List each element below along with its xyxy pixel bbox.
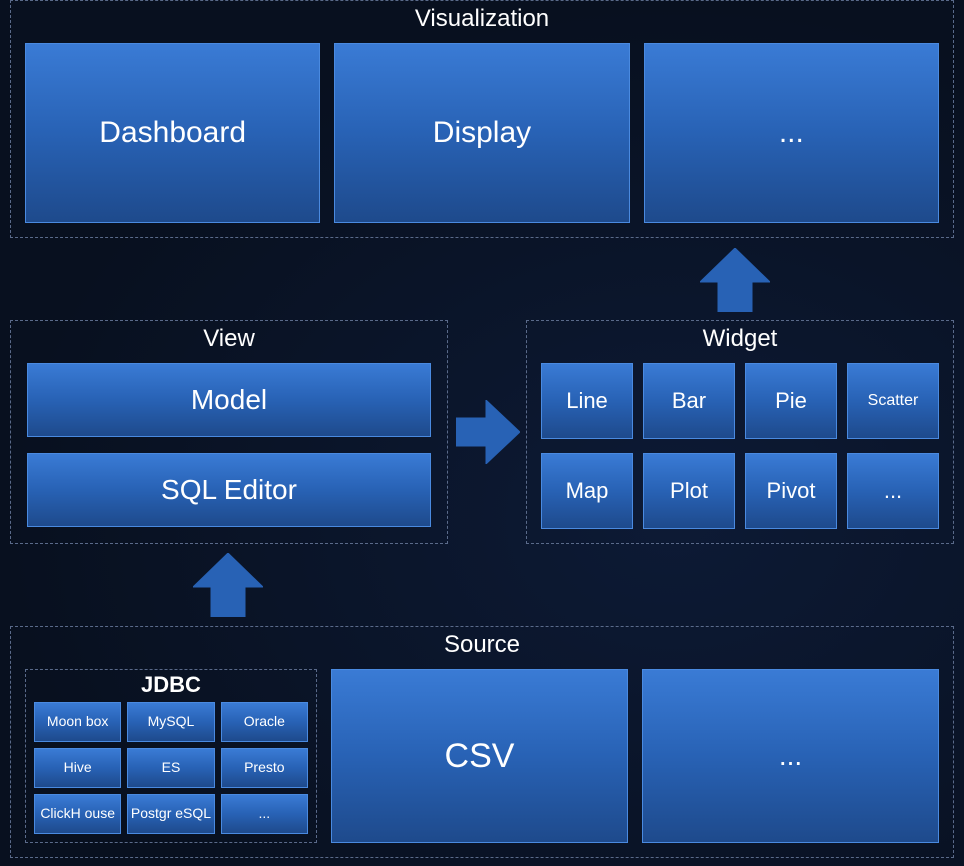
source-jdbc-subsection: JDBC Moon box MySQL Oracle Hive ES Prest… <box>25 669 317 843</box>
view-sql-editor-box: SQL Editor <box>27 453 431 527</box>
visualization-title: Visualization <box>415 5 549 33</box>
source-title: Source <box>444 631 520 659</box>
jdbc-es-box: ES <box>127 748 214 788</box>
jdbc-more-box: ... <box>221 794 308 834</box>
widget-pivot-box: Pivot <box>745 453 837 529</box>
widget-pie-box: Pie <box>745 363 837 439</box>
visualization-dashboard-box: Dashboard <box>25 43 320 223</box>
jdbc-row-1: Hive ES Presto <box>34 748 308 788</box>
visualization-display-box: Display <box>334 43 629 223</box>
source-section: Source JDBC Moon box MySQL Oracle Hive E… <box>10 626 954 858</box>
arrow-source-to-view-icon <box>193 553 263 617</box>
visualization-section: Visualization Dashboard Display ... <box>10 0 954 238</box>
jdbc-mysql-box: MySQL <box>127 702 214 742</box>
jdbc-presto-box: Presto <box>221 748 308 788</box>
widget-map-box: Map <box>541 453 633 529</box>
arrow-widget-to-visualization-icon <box>700 248 770 312</box>
jdbc-title: JDBC <box>141 672 201 698</box>
widget-bar-box: Bar <box>643 363 735 439</box>
jdbc-moonbox-box: Moon box <box>34 702 121 742</box>
jdbc-postgresql-box: Postgr eSQL <box>127 794 214 834</box>
arrow-view-to-widget-icon <box>456 400 520 464</box>
widget-scatter-box: Scatter <box>847 363 939 439</box>
source-more-box: ... <box>642 669 939 843</box>
widget-row-1: Line Bar Pie Scatter <box>541 363 939 439</box>
jdbc-row-0: Moon box MySQL Oracle <box>34 702 308 742</box>
widget-plot-box: Plot <box>643 453 735 529</box>
jdbc-oracle-box: Oracle <box>221 702 308 742</box>
widget-section: Widget Line Bar Pie Scatter Map Plot Piv… <box>526 320 954 544</box>
view-model-box: Model <box>27 363 431 437</box>
widget-row-2: Map Plot Pivot ... <box>541 453 939 529</box>
source-csv-box: CSV <box>331 669 628 843</box>
widget-line-box: Line <box>541 363 633 439</box>
widget-title: Widget <box>703 325 778 353</box>
view-title: View <box>203 325 255 353</box>
widget-more-box: ... <box>847 453 939 529</box>
visualization-more-box: ... <box>644 43 939 223</box>
jdbc-hive-box: Hive <box>34 748 121 788</box>
jdbc-row-2: ClickH ouse Postgr eSQL ... <box>34 794 308 834</box>
jdbc-clickhouse-box: ClickH ouse <box>34 794 121 834</box>
view-section: View Model SQL Editor <box>10 320 448 544</box>
